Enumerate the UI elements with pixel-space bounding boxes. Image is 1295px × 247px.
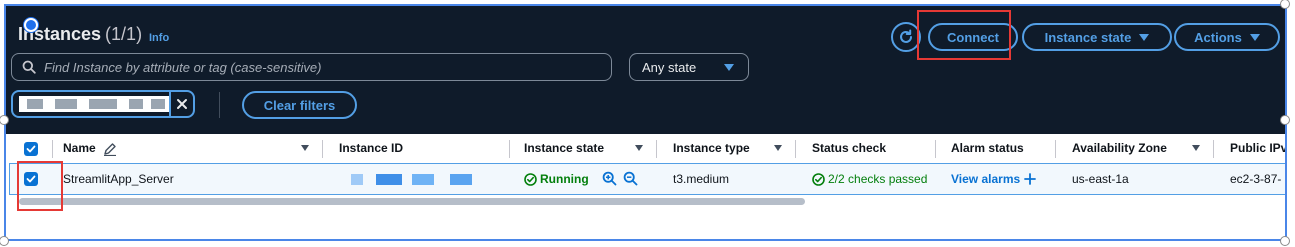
caret-down-icon xyxy=(724,63,734,71)
instance-state-value: Running xyxy=(540,172,589,186)
selection-handle[interactable] xyxy=(1280,236,1290,246)
search-input[interactable]: Find Instance by attribute or tag (case-… xyxy=(11,53,612,81)
view-alarms-link[interactable]: View alarms xyxy=(951,172,1037,186)
instance-state-label: Instance state xyxy=(1044,29,1132,45)
clear-filters-button[interactable]: Clear filters xyxy=(242,91,357,119)
selection-handle[interactable] xyxy=(1280,0,1290,9)
sort-caret-icon[interactable] xyxy=(774,145,782,151)
zoom-out-icon[interactable] xyxy=(623,171,638,186)
status-check-cell: 2/2 checks passed xyxy=(812,172,927,186)
column-header-name[interactable]: Name xyxy=(63,141,96,155)
actions-dropdown[interactable]: Actions xyxy=(1174,23,1280,51)
column-header-availability-zone[interactable]: Availability Zone xyxy=(1072,141,1167,155)
check-icon xyxy=(26,145,36,153)
info-link[interactable]: Info xyxy=(149,32,169,44)
row-checkbox-highlight-box xyxy=(17,161,63,211)
zoom-in-icon[interactable] xyxy=(602,171,617,186)
state-filter-select[interactable]: Any state xyxy=(629,53,749,81)
column-header-alarm-status[interactable]: Alarm status xyxy=(951,141,1024,155)
status-check-value: 2/2 checks passed xyxy=(828,172,928,186)
instance-count: (1/1) xyxy=(105,24,143,44)
plus-icon[interactable] xyxy=(1024,173,1037,185)
select-all-checkbox[interactable] xyxy=(24,142,38,156)
search-icon xyxy=(22,60,36,74)
sort-caret-icon[interactable] xyxy=(1192,145,1200,151)
filter-divider xyxy=(219,92,220,118)
success-icon xyxy=(812,172,825,186)
selection-handle[interactable] xyxy=(1280,115,1290,125)
public-ip-value: ec2-3-87- xyxy=(1230,172,1282,186)
caret-down-icon xyxy=(1139,33,1150,41)
filter-token[interactable] xyxy=(11,90,195,118)
caret-down-icon xyxy=(1249,33,1260,41)
refresh-icon xyxy=(900,29,912,43)
instance-state-cell: Running xyxy=(524,172,589,186)
column-header-instance-id[interactable]: Instance ID xyxy=(339,141,403,155)
state-filter-value: Any state xyxy=(642,59,697,75)
actions-label: Actions xyxy=(1194,29,1242,45)
column-header-status-check[interactable]: Status check xyxy=(812,141,886,155)
horizontal-scrollbar[interactable] xyxy=(19,198,805,205)
connect-highlight-box xyxy=(917,10,1011,60)
clear-filters-label: Clear filters xyxy=(263,97,336,113)
view-alarms-label: View alarms xyxy=(951,172,1021,186)
edit-icon[interactable] xyxy=(103,142,117,156)
sort-caret-icon[interactable] xyxy=(301,145,309,151)
search-placeholder: Find Instance by attribute or tag (case-… xyxy=(44,59,322,75)
column-header-instance-type[interactable]: Instance type xyxy=(673,141,750,155)
availability-zone-value: us-east-1a xyxy=(1072,172,1129,186)
column-header-instance-state[interactable]: Instance state xyxy=(524,141,604,155)
success-icon xyxy=(524,172,537,186)
instance-state-dropdown[interactable]: Instance state xyxy=(1022,23,1172,51)
selection-handle-active[interactable] xyxy=(24,18,38,32)
column-header-public-ip[interactable]: Public IPv xyxy=(1230,141,1285,155)
selection-handle[interactable] xyxy=(0,236,9,246)
redacted-filter-value xyxy=(19,96,171,112)
instance-name[interactable]: StreamlitApp_Server xyxy=(63,172,174,186)
sort-caret-icon[interactable] xyxy=(635,145,643,151)
instance-type-value: t3.medium xyxy=(673,172,730,186)
instances-table: Name Instance ID Instance state Instance… xyxy=(6,134,1285,239)
remove-filter-button[interactable] xyxy=(169,92,193,116)
instances-header-panel: Instances (1/1) Info Connect Instance sta… xyxy=(6,6,1285,134)
close-icon xyxy=(177,99,187,109)
